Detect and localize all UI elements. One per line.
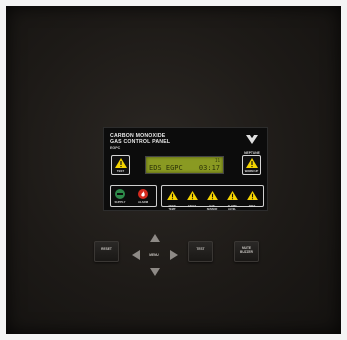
arrow-right-icon[interactable] xyxy=(169,249,179,261)
warning-icon xyxy=(245,158,258,168)
arrow-left-icon[interactable] xyxy=(131,249,141,261)
test-button-label: TEST xyxy=(116,169,125,173)
warning-icon xyxy=(186,191,198,200)
alert-label: GAS SENSOR xyxy=(206,205,218,211)
panel-title-line2: GAS CONTROL PANEL xyxy=(110,139,171,145)
warm-up-button-label: WARM UP xyxy=(244,169,259,173)
warm-up-button[interactable]: WARM UP xyxy=(242,155,261,175)
alert-label: OVER TEMP xyxy=(168,205,176,211)
reset-button[interactable]: RESET xyxy=(94,241,119,262)
mute-buzzer-button[interactable]: MUTE BUZZER xyxy=(234,241,259,262)
alert-alarm-level: ALARM LEVEL xyxy=(222,187,242,212)
panel-code: EGPC xyxy=(110,146,121,150)
lcd-time: 03:17 xyxy=(198,164,220,172)
mute-buzzer-label: MUTE BUZZER xyxy=(235,246,258,254)
supply-led-icon xyxy=(115,189,125,199)
alarm-led-label: ALARM xyxy=(137,200,149,204)
alert-gas-sensor: GAS SENSOR xyxy=(202,187,222,212)
alert-label: AREA xyxy=(248,205,256,208)
gas-control-panel: CARBON MONOXIDE GAS CONTROL PANEL EGPC N… xyxy=(103,127,268,211)
supply-led-label: SUPPLY xyxy=(114,200,126,204)
alert-label: ALARM LEVEL xyxy=(227,205,237,211)
warning-icon xyxy=(206,191,218,200)
arrow-up-icon[interactable] xyxy=(149,233,161,243)
alert-over-temp: OVER TEMP xyxy=(162,187,182,212)
alert-indicator-group: OVER TEMP FAULT GAS SENSOR ALARM LEVEL A… xyxy=(161,185,264,211)
panel-title: CARBON MONOXIDE GAS CONTROL PANEL xyxy=(110,133,170,145)
reset-button-label: RESET xyxy=(101,247,112,251)
brand-logo: NEPTUNE xyxy=(241,132,263,155)
warning-icon xyxy=(166,191,178,200)
test-button[interactable]: TEST xyxy=(111,155,130,175)
arrow-down-icon[interactable] xyxy=(149,267,161,277)
alert-label: FAULT xyxy=(188,205,196,208)
lcd-main-line: EDS EGPC 03:17 xyxy=(149,164,220,172)
flame-icon xyxy=(141,191,145,197)
menu-label[interactable]: MENU xyxy=(148,253,160,257)
neptune-logo-icon xyxy=(246,135,258,144)
warning-icon xyxy=(226,191,238,200)
warning-icon xyxy=(246,191,258,200)
lcd-model: EDS EGPC xyxy=(149,164,183,172)
mute-label-line2: BUZZER xyxy=(240,249,253,254)
alert-fault: FAULT xyxy=(182,187,202,209)
lcd-indicator: I1 xyxy=(214,158,220,163)
control-cabinet: CARBON MONOXIDE GAS CONTROL PANEL EGPC N… xyxy=(6,6,341,334)
warning-icon xyxy=(114,158,127,168)
alarm-led-icon xyxy=(138,189,148,199)
test-key-label: TEST xyxy=(196,247,205,251)
status-led-group: SUPPLY ALARM xyxy=(110,185,157,207)
lcd-display: I1 EDS EGPC 03:17 xyxy=(145,156,224,174)
test-key-button[interactable]: TEST xyxy=(188,241,213,262)
alert-area: AREA xyxy=(242,187,262,209)
